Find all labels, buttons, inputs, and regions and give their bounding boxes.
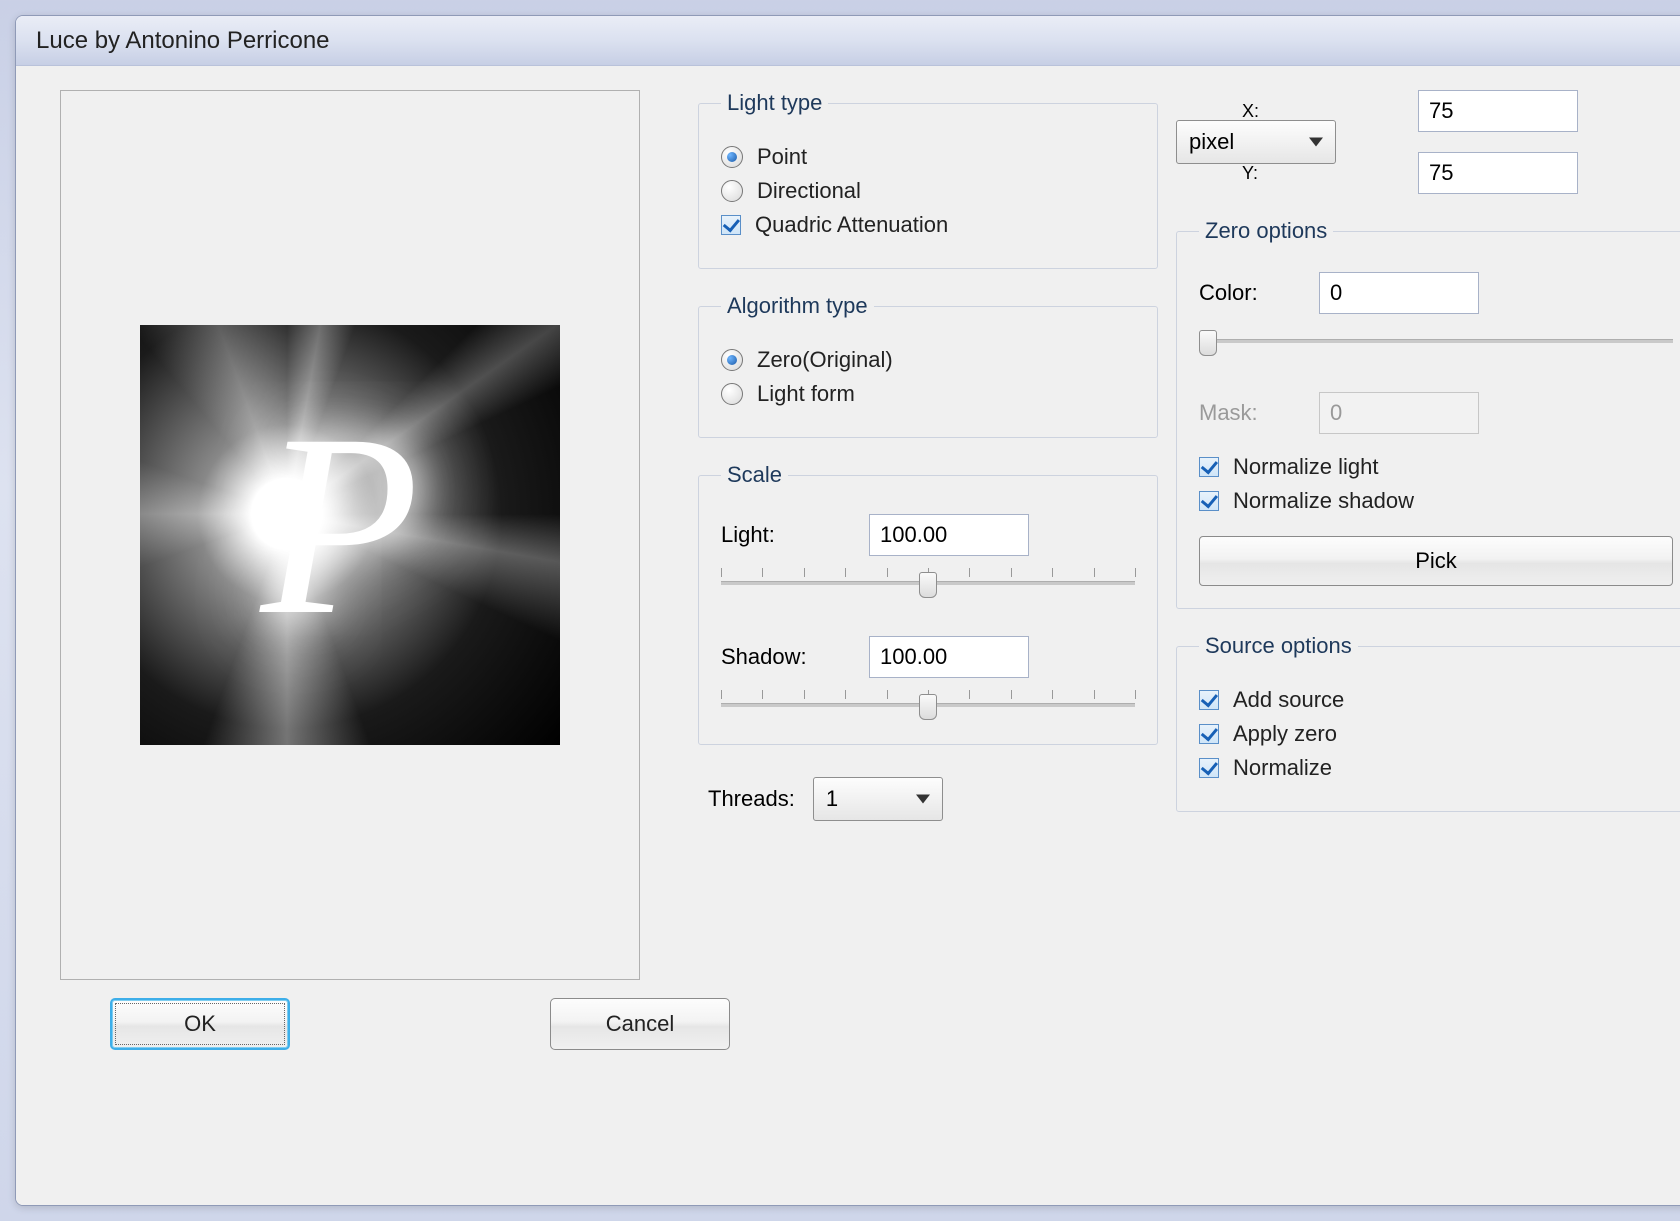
checkbox-normalize-light-box: [1199, 457, 1219, 477]
checkbox-apply-zero-box: [1199, 724, 1219, 744]
checkbox-add-source-label: Add source: [1233, 687, 1344, 713]
right-column: X: pixel Y: Zero options Color:: [1176, 90, 1680, 1181]
threads-value: 1: [826, 786, 838, 812]
dialog-buttons: OK Cancel: [40, 998, 680, 1050]
preview-image: P: [140, 325, 560, 745]
zero-options-legend: Zero options: [1199, 218, 1333, 244]
scale-light-slider-thumb[interactable]: [919, 572, 937, 598]
y-label: Y:: [1242, 163, 1402, 184]
checkbox-quadric-box: [721, 215, 741, 235]
algorithm-type-legend: Algorithm type: [721, 293, 874, 319]
scale-legend: Scale: [721, 462, 788, 488]
dialog-window: Luce by Antonino Perricone P OK Cancel L…: [15, 15, 1680, 1206]
x-label: X:: [1242, 101, 1402, 122]
checkbox-add-source-box: [1199, 690, 1219, 710]
radio-directional-label: Directional: [757, 178, 861, 204]
radio-lightform[interactable]: Light form: [721, 381, 1135, 407]
scale-shadow-input[interactable]: [869, 636, 1029, 678]
checkbox-normalize-box: [1199, 758, 1219, 778]
titlebar: Luce by Antonino Perricone: [16, 16, 1680, 66]
middle-column: Light type Point Directional Quadric Att…: [698, 90, 1158, 1181]
zero-color-label: Color:: [1199, 280, 1299, 306]
checkbox-apply-zero[interactable]: Apply zero: [1199, 721, 1673, 747]
scale-light-slider[interactable]: [721, 566, 1135, 600]
source-options-legend: Source options: [1199, 633, 1358, 659]
checkbox-quadric[interactable]: Quadric Attenuation: [721, 212, 1135, 238]
checkbox-normalize-shadow-label: Normalize shadow: [1233, 488, 1414, 514]
threads-label: Threads:: [708, 786, 795, 812]
unit-combo[interactable]: pixel: [1176, 120, 1336, 164]
zero-mask-input: [1319, 392, 1479, 434]
checkbox-normalize-label: Normalize: [1233, 755, 1332, 781]
radio-point-indicator: [721, 146, 743, 168]
left-column: P OK Cancel: [40, 90, 680, 1181]
radio-zero-label: Zero(Original): [757, 347, 893, 373]
checkbox-quadric-label: Quadric Attenuation: [755, 212, 948, 238]
zero-color-input[interactable]: [1319, 272, 1479, 314]
radio-directional[interactable]: Directional: [721, 178, 1135, 204]
zero-options-group: Zero options Color: Mask: Normalize ligh…: [1176, 218, 1680, 609]
radio-zero-indicator: [721, 349, 743, 371]
radio-zero[interactable]: Zero(Original): [721, 347, 1135, 373]
threads-combo[interactable]: 1: [813, 777, 943, 821]
scale-shadow-label: Shadow:: [721, 644, 841, 670]
scale-shadow-slider[interactable]: [721, 688, 1135, 722]
radio-point[interactable]: Point: [721, 144, 1135, 170]
algorithm-type-group: Algorithm type Zero(Original) Light form: [698, 293, 1158, 438]
zero-color-slider-thumb[interactable]: [1199, 330, 1217, 356]
threads-row: Threads: 1: [698, 777, 1158, 821]
checkbox-normalize-shadow[interactable]: Normalize shadow: [1199, 488, 1673, 514]
ok-button[interactable]: OK: [110, 998, 290, 1050]
pick-button-label: Pick: [1415, 548, 1457, 573]
checkbox-add-source[interactable]: Add source: [1199, 687, 1673, 713]
scale-shadow-slider-thumb[interactable]: [919, 694, 937, 720]
light-type-group: Light type Point Directional Quadric Att…: [698, 90, 1158, 269]
scale-group: Scale Light: Shadow:: [698, 462, 1158, 745]
ok-button-label: OK: [184, 1011, 216, 1037]
checkbox-apply-zero-label: Apply zero: [1233, 721, 1337, 747]
radio-lightform-label: Light form: [757, 381, 855, 407]
checkbox-normalize-shadow-box: [1199, 491, 1219, 511]
pick-button[interactable]: Pick: [1199, 536, 1673, 586]
cancel-button-label: Cancel: [606, 1011, 674, 1037]
radio-directional-indicator: [721, 180, 743, 202]
preview-frame: P: [60, 90, 640, 980]
y-input[interactable]: [1418, 152, 1578, 194]
checkbox-normalize[interactable]: Normalize: [1199, 755, 1673, 781]
window-title: Luce by Antonino Perricone: [36, 27, 330, 55]
light-type-legend: Light type: [721, 90, 828, 116]
checkbox-normalize-light-label: Normalize light: [1233, 454, 1379, 480]
scale-light-input[interactable]: [869, 514, 1029, 556]
radio-point-label: Point: [757, 144, 807, 170]
preview-letter: P: [261, 395, 420, 655]
zero-mask-label: Mask:: [1199, 400, 1299, 426]
client-area: P OK Cancel Light type Point Directional: [16, 66, 1680, 1205]
radio-lightform-indicator: [721, 383, 743, 405]
checkbox-normalize-light[interactable]: Normalize light: [1199, 454, 1673, 480]
x-input[interactable]: [1418, 90, 1578, 132]
scale-light-label: Light:: [721, 522, 841, 548]
position-group: X: pixel Y:: [1176, 90, 1680, 194]
zero-color-slider[interactable]: [1199, 324, 1673, 358]
unit-value: pixel: [1189, 129, 1234, 155]
source-options-group: Source options Add source Apply zero Nor…: [1176, 633, 1680, 812]
